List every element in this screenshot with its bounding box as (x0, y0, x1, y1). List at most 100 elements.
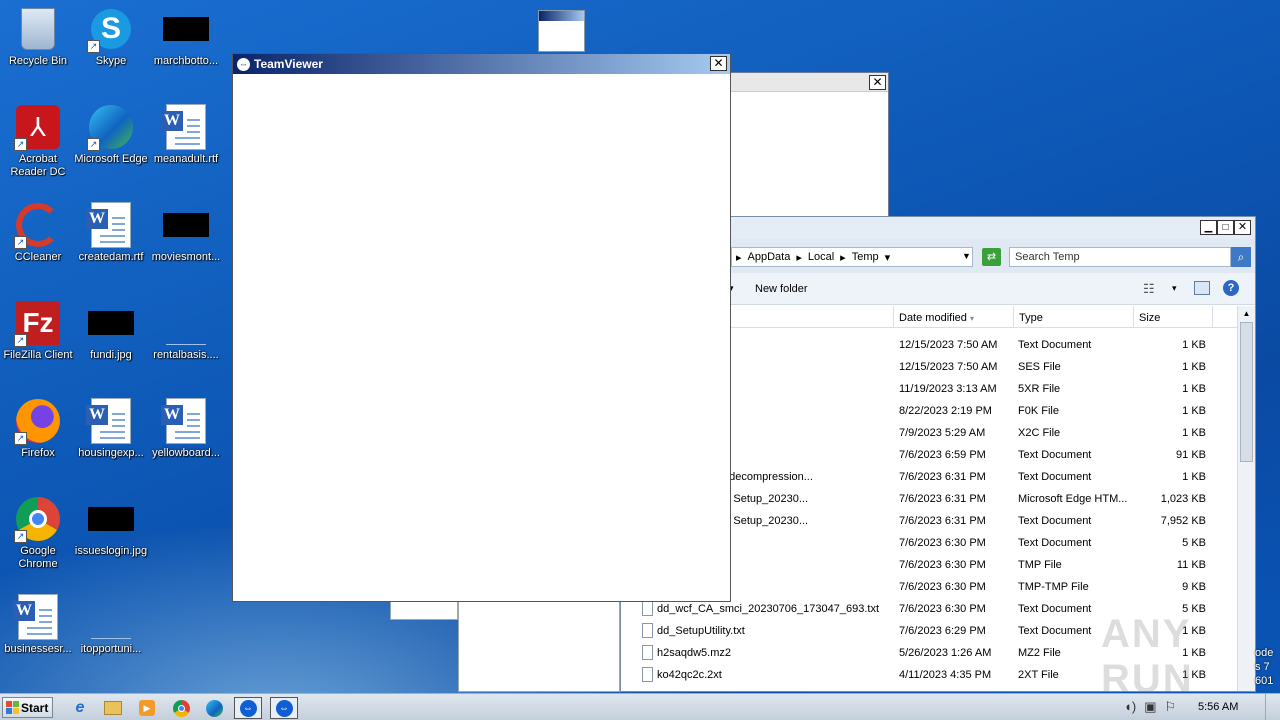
column-size[interactable]: Size (1133, 306, 1165, 328)
file-icon (642, 623, 653, 638)
minimized-window-preview[interactable] (538, 10, 585, 52)
file-name: h2saqdw5.mz2 (657, 647, 731, 659)
scroll-up-icon[interactable]: ▲ (1238, 306, 1255, 322)
desktop-item[interactable]: Wmeanadult.rtf (148, 103, 224, 166)
desktop-item[interactable]: fundi.jpg (73, 299, 149, 362)
desktop-item[interactable]: moviesmont... (148, 201, 224, 264)
column-divider (1212, 306, 1213, 328)
column-date-modified[interactable]: Date modified ▾ (893, 306, 979, 328)
breadcrumb-appdata[interactable]: AppData (748, 251, 791, 263)
network-icon[interactable]: ▣ (1144, 699, 1156, 715)
help-icon[interactable]: ? (1223, 280, 1239, 296)
desktop-item[interactable]: Wyellowboard... (148, 397, 224, 460)
desktop-item[interactable]: Whousingexp... (73, 397, 149, 460)
minimize-button[interactable]: ▁ (1200, 220, 1217, 235)
breadcrumb[interactable]: ▸ AppData ▸ Local ▸ Temp ▾ (731, 247, 973, 267)
taskbar: Start e ▶ ⇔ ⇔ ◖) ▣ ⚐ 5:56 AM (0, 693, 1280, 720)
refresh-icon[interactable]: ⇄ (982, 248, 1001, 266)
edge-icon[interactable] (200, 697, 228, 719)
teamviewer-window[interactable]: ⇔ TeamViewer ✕ (232, 53, 731, 602)
file-type: TMP File (1018, 559, 1062, 571)
desktop-item-label: businessesr... (4, 643, 72, 655)
desktop-item[interactable]: ↗ Firefox (0, 397, 76, 460)
desktop-item-label: itopportuni... (80, 643, 142, 655)
desktop-item-label: rentalbasis.... (153, 349, 219, 361)
shortcut-arrow-icon: ↗ (14, 236, 27, 249)
file-date: 7/6/2023 6:31 PM (899, 471, 986, 483)
internet-explorer-icon[interactable]: e (66, 697, 94, 719)
desktop-item[interactable]: Fz ↗ FileZilla Client (0, 299, 76, 362)
chrome-icon[interactable] (167, 697, 195, 719)
microsoft-edge-icon: ↗ (87, 103, 135, 151)
file-date: 7/6/2023 6:31 PM (899, 515, 986, 527)
file-size: 9 KB (1182, 581, 1206, 593)
desktop-item[interactable]: Wcreatedam.rtf (73, 201, 149, 264)
file-type: Text Document (1018, 471, 1092, 483)
file-type: Text Document (1018, 339, 1092, 351)
file-icon (642, 667, 653, 682)
desktop-item[interactable]: Recycle Bin (0, 5, 76, 68)
desktop-item[interactable]: ⅄ ↗ Acrobat Reader DC (0, 103, 76, 179)
chevron-down-icon[interactable]: ▾ (1172, 283, 1177, 294)
file-date: 7/6/2023 6:59 PM (899, 449, 986, 461)
scrollbar-thumb[interactable] (1240, 322, 1253, 462)
breadcrumb-temp[interactable]: Temp (852, 251, 879, 263)
meanadult-rtf-icon: W (161, 103, 210, 151)
desktop-item[interactable]: ↗ Microsoft Edge (73, 103, 149, 166)
shortcut-arrow-icon: ↗ (14, 334, 27, 347)
flag-icon[interactable]: ⚐ (1164, 699, 1176, 715)
view-options-icon[interactable]: ☷ (1143, 281, 1155, 297)
teamviewer-close-button[interactable]: ✕ (710, 56, 727, 71)
chevron-down-icon[interactable]: ▾ (885, 251, 891, 264)
file-icon (642, 645, 653, 660)
new-folder-button[interactable]: New folder (755, 283, 808, 295)
file-name: dd_wcf_CA_smci_20230706_173047_693.txt (657, 603, 879, 615)
show-desktop-button[interactable] (1265, 694, 1280, 720)
preview-pane-icon[interactable] (1194, 281, 1210, 295)
desktop-item[interactable]: itopportuni... (73, 593, 149, 656)
desktop-item-label: meanadult.rtf (153, 153, 219, 165)
media-player-icon[interactable]: ▶ (133, 697, 161, 719)
speaker-icon[interactable]: ◖) (1124, 699, 1136, 715)
itopportuni-file-icon (87, 593, 135, 641)
maximize-button[interactable]: □ (1217, 220, 1234, 235)
background-window-fragment (390, 600, 458, 620)
desktop-item[interactable]: rentalbasis.... (148, 299, 224, 362)
file-type: Text Document (1018, 515, 1092, 527)
chevron-right-icon: ▸ (840, 251, 846, 264)
desktop-item[interactable]: ↗ CCleaner (0, 201, 76, 264)
teamviewer-title: TeamViewer (254, 57, 323, 71)
watermark: ANY RUN (1101, 612, 1194, 701)
explorer-close-button[interactable]: ✕ (1234, 220, 1251, 235)
search-input[interactable]: Search Temp (1009, 247, 1231, 267)
file-size: 1 KB (1182, 361, 1206, 373)
background-window-fragment (458, 600, 620, 692)
acrobat-reader-icon: ⅄ ↗ (14, 103, 62, 151)
teamviewer-taskbar-button[interactable]: ⇔ (234, 697, 262, 719)
desktop-item[interactable]: ↗ Google Chrome (0, 495, 76, 571)
file-size: 1 KB (1182, 471, 1206, 483)
desktop-item-label: marchbotto... (153, 55, 219, 67)
address-dropdown-icon[interactable]: ▼ (962, 251, 971, 261)
file-type: Microsoft Edge HTM... (1018, 493, 1128, 505)
dialog-close-button[interactable]: ✕ (869, 75, 886, 90)
desktop-item[interactable]: marchbotto... (148, 5, 224, 68)
file-date: 11/19/2023 3:13 AM (899, 383, 997, 395)
file-date: 12/15/2023 7:50 AM (899, 361, 998, 373)
clock[interactable]: 5:56 AM (1198, 701, 1238, 713)
teamviewer-taskbar-button[interactable]: ⇔ (270, 697, 298, 719)
breadcrumb-local[interactable]: Local (808, 251, 834, 263)
file-date: 4/11/2023 4:35 PM (899, 669, 992, 681)
desktop-item-label: fundi.jpg (90, 349, 132, 361)
businessesr-doc-icon: W (13, 593, 62, 641)
start-button[interactable]: Start (2, 697, 53, 718)
search-icon[interactable]: ⌕ (1231, 247, 1251, 267)
os-watermark-text: ode s 7 601 (1255, 647, 1274, 687)
desktop-item[interactable]: S ↗ Skype (73, 5, 149, 68)
desktop-item[interactable]: issueslogin.jpg (73, 495, 149, 558)
file-name: dd_SetupUtility.txt (657, 625, 745, 637)
file-explorer-icon[interactable] (99, 697, 127, 719)
desktop-item-label: Google Chrome (18, 545, 58, 570)
desktop-item[interactable]: Wbusinessesr... (0, 593, 76, 656)
column-type[interactable]: Type (1013, 306, 1048, 328)
